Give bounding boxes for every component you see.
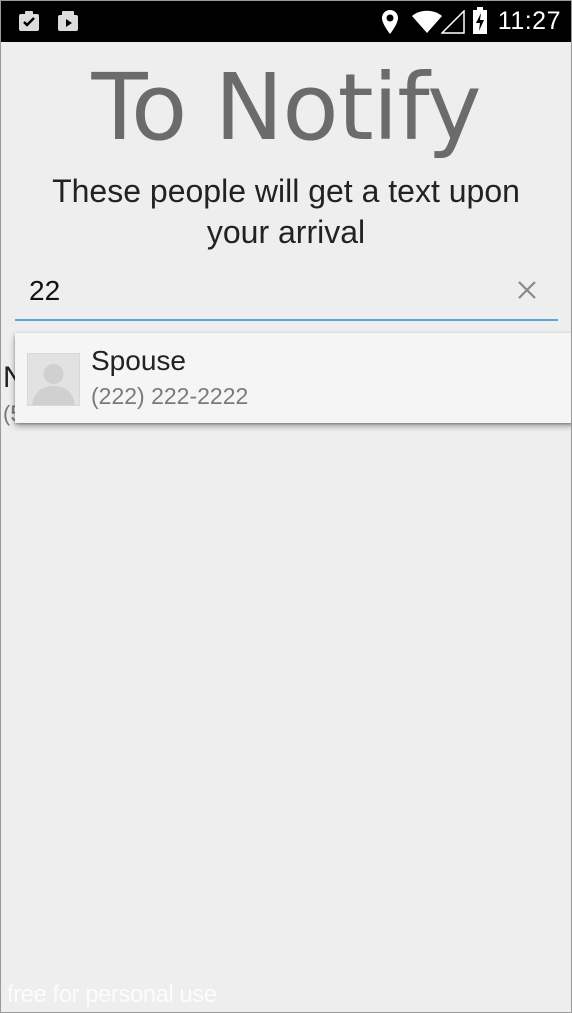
contact-avatar-icon (27, 353, 80, 406)
close-icon (518, 281, 536, 299)
media-play-icon (56, 9, 80, 38)
clear-search-button[interactable] (514, 277, 540, 303)
signal-icon (440, 9, 465, 39)
suggestion-name: Spouse (91, 345, 186, 376)
page-title: To Notify (91, 54, 481, 161)
status-time: 11:27 (497, 7, 561, 35)
autocomplete-suggestion[interactable]: Spouse (222) 222-2222 (15, 333, 571, 423)
page-subtitle: These people will get a text upon your a… (52, 173, 520, 250)
location-pin-icon (381, 9, 399, 40)
suggestion-number: (222) 222-2222 (91, 383, 249, 409)
contact-search-input[interactable] (29, 273, 489, 309)
battery-charging-icon (472, 7, 488, 40)
wifi-icon (411, 10, 443, 39)
status-bar: 11:27 (1, 1, 571, 42)
contact-search-field[interactable] (15, 265, 558, 321)
clipboard-check-icon (17, 9, 41, 38)
watermark: free for personal use (7, 981, 217, 1008)
app-screen: 11:27 To Notify These people will get a … (0, 0, 572, 1013)
